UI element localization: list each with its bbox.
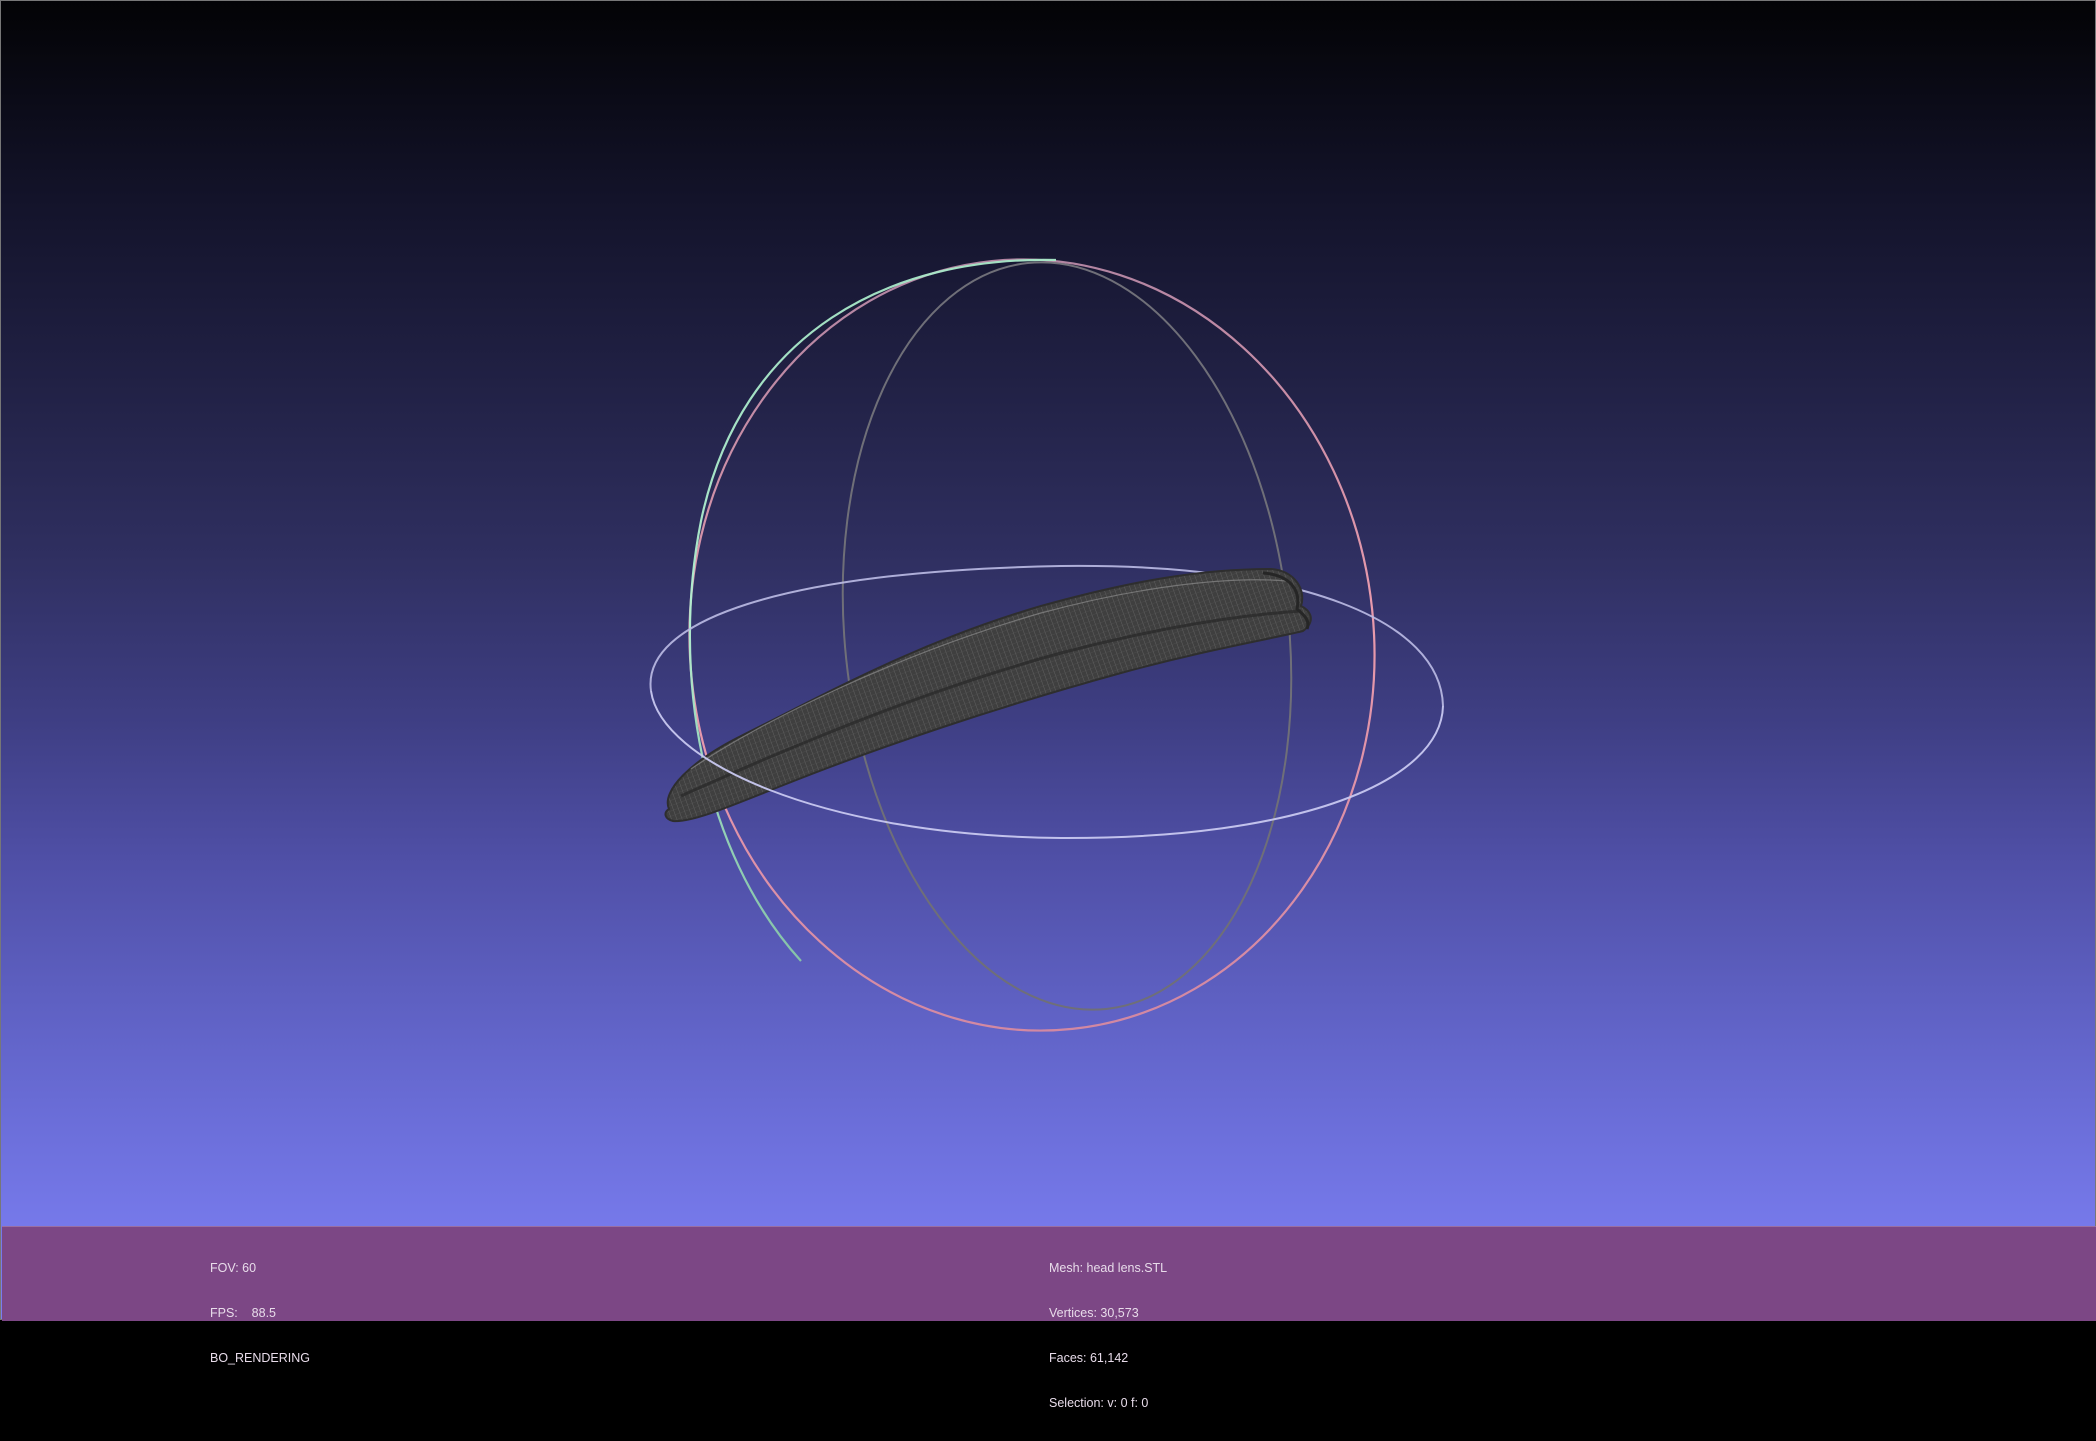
render-mode-readout: BO_RENDERING: [210, 1351, 311, 1365]
mesh-name-readout: Mesh: head lens.STL: [1049, 1261, 1168, 1275]
scene-canvas[interactable]: [1, 1, 2096, 1226]
fov-readout: FOV: 60: [210, 1261, 257, 1275]
vertices-readout: Vertices: 30,573: [1049, 1306, 1139, 1320]
trackball-ring-y: [688, 258, 1057, 962]
faces-readout: Faces: 61,142: [1049, 1351, 1129, 1365]
selection-readout: Selection: v: 0 f: 0: [1049, 1396, 1149, 1410]
info-bar: FOV: 60 FPS: 88.5 BO_RENDERING Mesh: hea…: [2, 1226, 2096, 1410]
render-info-panel: FOV: 60 FPS: 88.5 BO_RENDERING: [210, 1231, 310, 1396]
fps-readout: FPS: 88.5: [210, 1306, 277, 1320]
mesh-object[interactable]: [664, 567, 1312, 823]
mesh-info-panel: Mesh: head lens.STL Vertices: 30,573 Fac…: [1049, 1231, 1167, 1441]
3d-viewport[interactable]: FOV: 60 FPS: 88.5 BO_RENDERING Mesh: hea…: [0, 0, 2096, 1410]
